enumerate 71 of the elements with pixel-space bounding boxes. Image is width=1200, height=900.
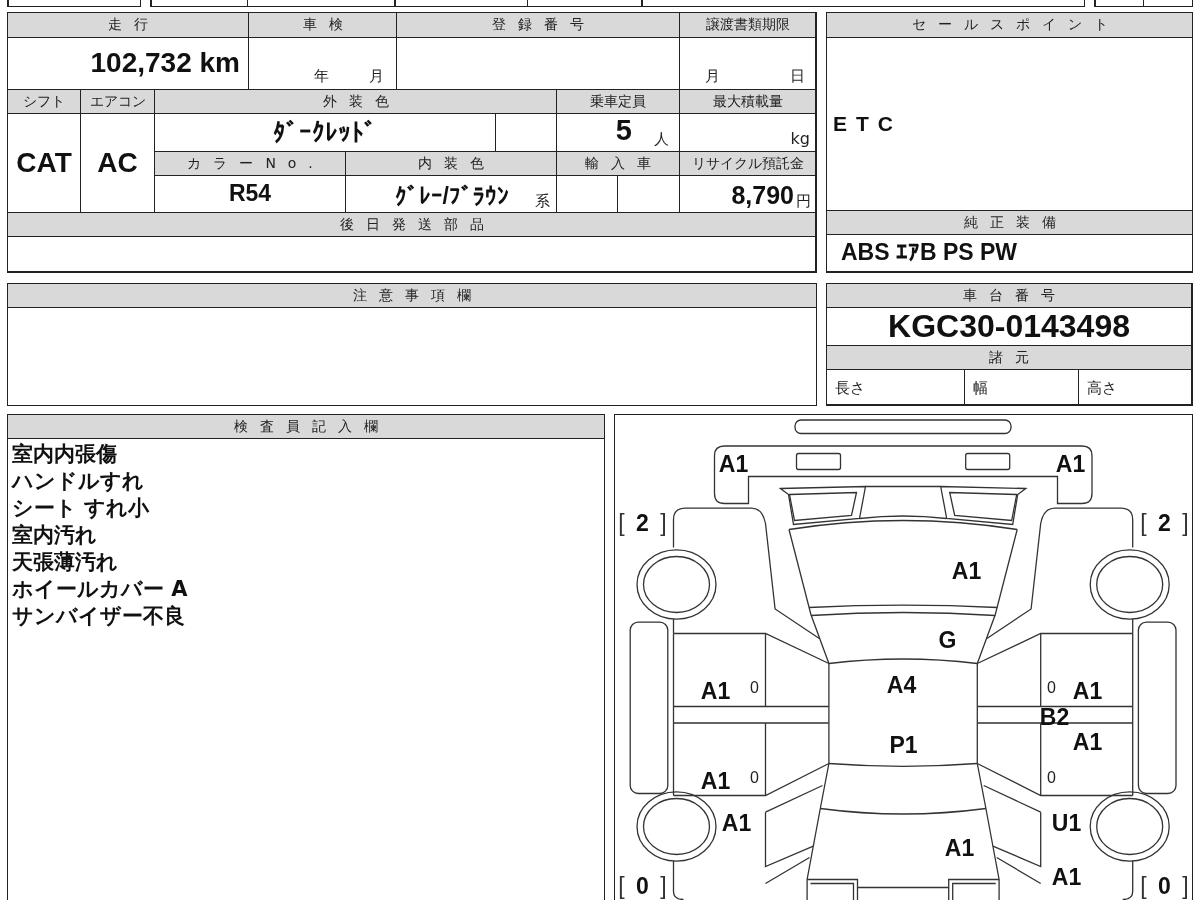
value-text: 8,790 bbox=[731, 181, 794, 209]
header-cell: 後日発送部品 bbox=[8, 213, 815, 236]
header-cell: 外装色 bbox=[155, 90, 556, 113]
value-cell: KGC30-0143498 bbox=[827, 308, 1191, 345]
value-cell: ABS ｴｱB PS PW bbox=[827, 235, 1192, 271]
damage-code: A1 bbox=[700, 679, 731, 702]
header-cell: カラーNo. bbox=[155, 152, 345, 175]
tread-reading: [ 2 ] bbox=[618, 511, 667, 534]
damage-code: A1 bbox=[718, 452, 749, 475]
panel-note: 0 bbox=[1047, 769, 1056, 786]
value-cell: 102,732 km bbox=[8, 38, 248, 89]
damage-code: A1 bbox=[1072, 679, 1103, 702]
damage-code: U1 bbox=[1051, 811, 1082, 834]
damage-code: A1 bbox=[700, 769, 731, 792]
note-line: ホイールカバー A bbox=[12, 576, 188, 603]
note-line: 天張薄汚れ bbox=[12, 549, 118, 576]
tread-reading: [ 2 ] bbox=[1140, 511, 1189, 534]
header-cell: リサイクル預託金 bbox=[680, 152, 815, 175]
value-cell: AC bbox=[81, 114, 154, 212]
header-cell: 乗車定員 bbox=[557, 90, 679, 113]
spec-cell: 幅 bbox=[965, 370, 1078, 404]
damage-code: A1 bbox=[1055, 452, 1086, 475]
header-cell: 譲渡書類期限 bbox=[680, 13, 815, 37]
note-line: ハンドルすれ bbox=[12, 468, 144, 495]
header-cell: 最大積載量 bbox=[680, 90, 815, 113]
header-cell: 走行 bbox=[8, 13, 248, 37]
unit-label: 月 bbox=[705, 67, 720, 84]
header-cell: 諸元 bbox=[827, 346, 1191, 369]
value-text: ｸﾞﾚｰ/ﾌﾞﾗｳﾝ bbox=[394, 183, 509, 209]
unit-label: 年 bbox=[314, 67, 329, 84]
damage-code: A1 bbox=[1072, 730, 1103, 753]
damage-code: A1 bbox=[721, 811, 752, 834]
spec-cell: 高さ bbox=[1079, 370, 1191, 404]
note-line: シート すれ小 bbox=[12, 495, 150, 522]
panel-note: 0 bbox=[1047, 679, 1056, 696]
header-cell: 検査員記入欄 bbox=[8, 415, 604, 438]
damage-code: G bbox=[938, 628, 957, 651]
damage-code: A1 bbox=[944, 836, 975, 859]
damage-code: A1 bbox=[1051, 865, 1082, 888]
spec-cell: 長さ bbox=[827, 370, 964, 404]
value-text: 5 bbox=[615, 115, 632, 147]
note-line: サンバイザー不良 bbox=[12, 603, 185, 630]
header-cell: エアコン bbox=[81, 90, 154, 113]
tread-reading: [ 0 ] bbox=[618, 874, 667, 897]
header-cell: シフト bbox=[8, 90, 80, 113]
damage-code: P1 bbox=[889, 733, 918, 756]
panel-note: 0 bbox=[750, 769, 759, 786]
panel-note: 0 bbox=[750, 679, 759, 696]
header-cell: 輸入車 bbox=[557, 152, 679, 175]
unit-label: 月 bbox=[369, 67, 384, 84]
header-cell: 注意事項欄 bbox=[8, 284, 816, 307]
unit-label: 系 bbox=[535, 192, 550, 209]
damage-code: A1 bbox=[951, 559, 982, 582]
note-line: 室内汚れ bbox=[12, 522, 97, 549]
header-cell: 車台番号 bbox=[827, 284, 1191, 307]
value-cell: ﾀﾞｰｸﾚｯﾄﾞ bbox=[155, 114, 495, 151]
unit-label: kg bbox=[790, 130, 810, 148]
unit-label: 人 bbox=[654, 130, 669, 147]
value-cell: R54 bbox=[155, 176, 345, 212]
header-cell: 純正装備 bbox=[827, 211, 1192, 234]
value-cell: ETC bbox=[827, 38, 1192, 210]
header-cell: セールスポイント bbox=[827, 13, 1192, 37]
note-line: 室内内張傷 bbox=[12, 441, 117, 468]
tread-reading: [ 0 ] bbox=[1140, 874, 1189, 897]
header-cell: 内装色 bbox=[346, 152, 556, 175]
header-cell: 車検 bbox=[249, 13, 396, 37]
value-cell: CAT bbox=[8, 114, 80, 212]
unit-label: 円 bbox=[796, 192, 811, 209]
damage-code: A4 bbox=[886, 673, 917, 696]
unit-label: 日 bbox=[790, 67, 805, 84]
header-cell: 登録番号 bbox=[397, 13, 679, 37]
